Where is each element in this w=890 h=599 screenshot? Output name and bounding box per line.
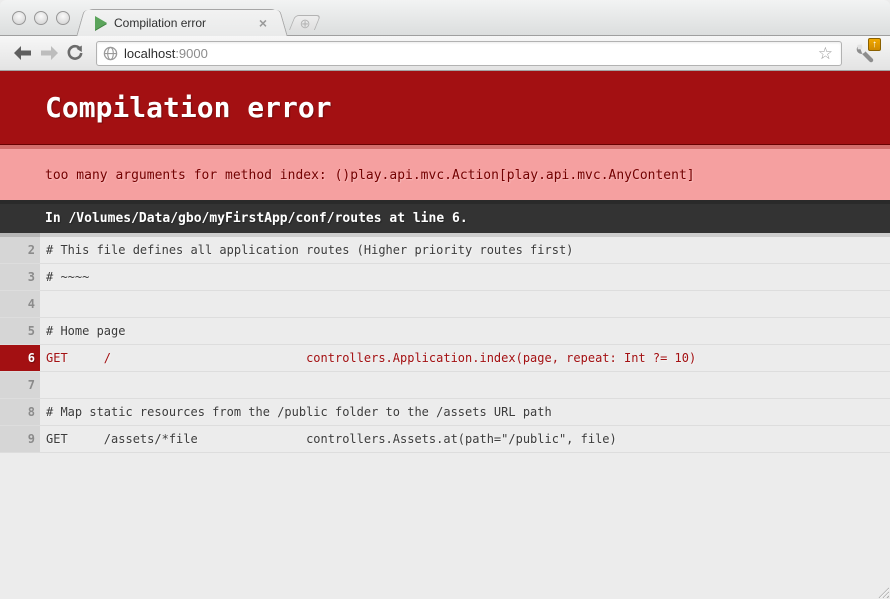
tab-close-icon[interactable]: × bbox=[255, 16, 271, 30]
code-line-row: 2 # This file defines all application ro… bbox=[0, 233, 890, 264]
line-code: # This file defines all application rout… bbox=[40, 233, 890, 263]
line-number: 5 bbox=[0, 318, 40, 344]
url-text[interactable]: localhost:9000 bbox=[124, 46, 816, 61]
reload-button[interactable] bbox=[62, 40, 88, 66]
browser-toolbar: localhost:9000 ☆ ↑ bbox=[0, 36, 890, 71]
error-detail: too many arguments for method index: ()p… bbox=[0, 145, 890, 200]
browser-window: Compilation error × ⊕ bbox=[0, 0, 890, 599]
line-number: 7 bbox=[0, 372, 40, 398]
window-close-button[interactable] bbox=[12, 11, 26, 25]
back-arrow-icon bbox=[14, 46, 32, 60]
error-page: Compilation error too many arguments for… bbox=[0, 71, 890, 598]
source-listing: 2 # This file defines all application ro… bbox=[0, 233, 890, 453]
code-line-row: 6 GET / controllers.Application.index(pa… bbox=[0, 345, 890, 372]
url-port: :9000 bbox=[175, 46, 208, 61]
line-code bbox=[40, 372, 890, 398]
line-number: 8 bbox=[0, 399, 40, 425]
line-number: 2 bbox=[0, 233, 40, 263]
code-line-row: 5 # Home page bbox=[0, 318, 890, 345]
forward-arrow-icon bbox=[40, 46, 58, 60]
tab-strip: Compilation error × ⊕ bbox=[0, 0, 890, 36]
update-arrow-icon: ↑ bbox=[872, 39, 877, 50]
url-host: localhost bbox=[124, 46, 175, 61]
bookmark-star-icon[interactable]: ☆ bbox=[816, 45, 835, 62]
browser-menu-button[interactable]: ↑ bbox=[852, 40, 880, 66]
update-badge: ↑ bbox=[868, 38, 881, 51]
resize-grip[interactable] bbox=[875, 584, 889, 598]
line-number: 6 bbox=[0, 345, 40, 371]
code-line-row: 8 # Map static resources from the /publi… bbox=[0, 399, 890, 426]
error-location: In /Volumes/Data/gbo/myFirstApp/conf/rou… bbox=[0, 200, 890, 233]
new-tab-button[interactable]: ⊕ bbox=[289, 15, 321, 30]
line-number: 4 bbox=[0, 291, 40, 317]
line-code bbox=[40, 291, 890, 317]
back-button[interactable] bbox=[10, 40, 36, 66]
line-code: GET /assets/*file controllers.Assets.at(… bbox=[40, 426, 890, 452]
code-line-row: 9 GET /assets/*file controllers.Assets.a… bbox=[0, 426, 890, 453]
play-framework-favicon bbox=[95, 16, 107, 30]
window-zoom-button[interactable] bbox=[56, 11, 70, 25]
forward-button[interactable] bbox=[36, 40, 62, 66]
tab-title: Compilation error bbox=[114, 16, 255, 30]
address-bar[interactable]: localhost:9000 ☆ bbox=[96, 41, 842, 66]
line-code: # Home page bbox=[40, 318, 890, 344]
globe-icon bbox=[103, 46, 118, 61]
line-code: GET / controllers.Application.index(page… bbox=[40, 345, 890, 371]
line-number: 9 bbox=[0, 426, 40, 452]
window-minimize-button[interactable] bbox=[34, 11, 48, 25]
line-code: # ~~~~ bbox=[40, 264, 890, 290]
tab-compilation-error[interactable]: Compilation error × bbox=[86, 9, 278, 36]
page-title: Compilation error bbox=[0, 71, 890, 145]
code-line-row: 3 # ~~~~ bbox=[0, 264, 890, 291]
code-line-row: 7 bbox=[0, 372, 890, 399]
line-code: # Map static resources from the /public … bbox=[40, 399, 890, 425]
code-line-row: 4 bbox=[0, 291, 890, 318]
window-controls bbox=[12, 11, 70, 25]
reload-icon bbox=[66, 44, 84, 62]
line-number: 3 bbox=[0, 264, 40, 290]
new-tab-plus-icon: ⊕ bbox=[299, 17, 310, 30]
